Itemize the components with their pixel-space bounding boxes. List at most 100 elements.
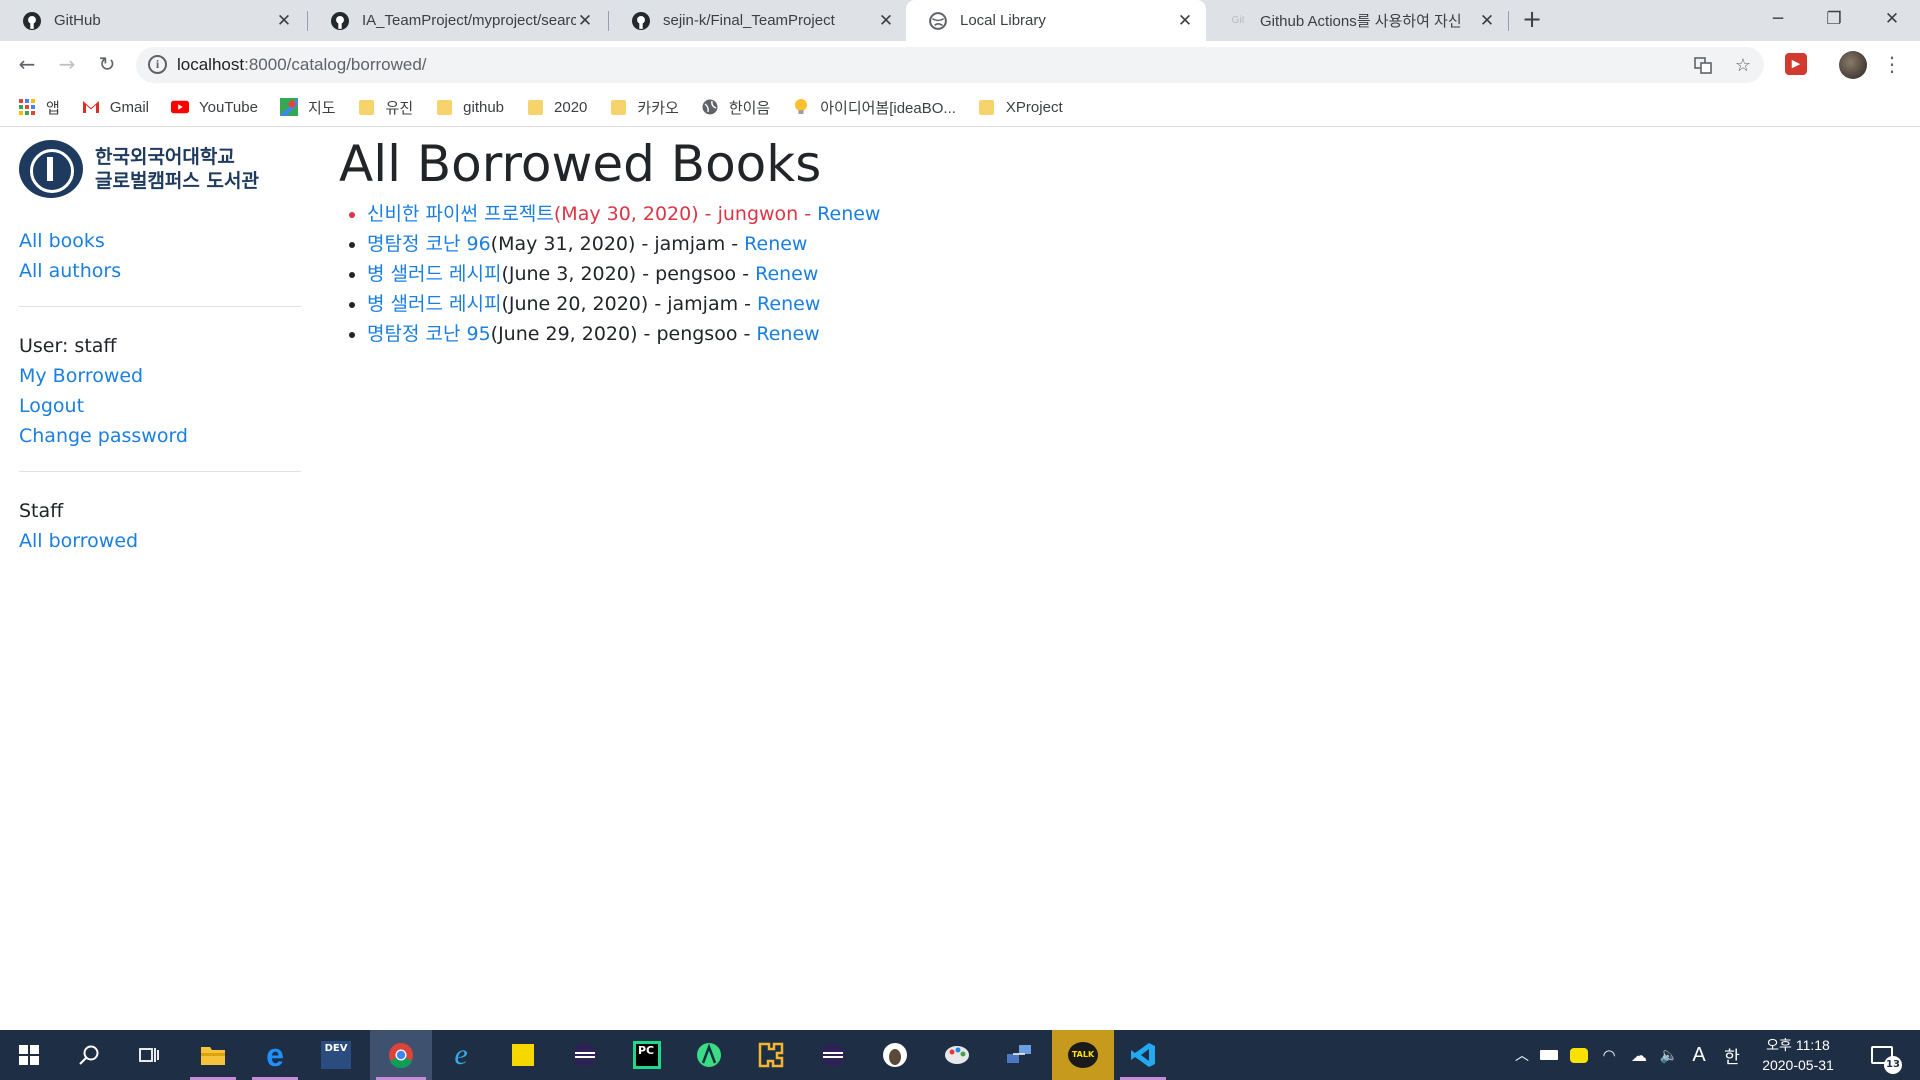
bookmark-haneum[interactable]: 한이음: [701, 97, 770, 118]
tab-final-teamproject[interactable]: sejin-k/Final_TeamProject ✕: [609, 0, 907, 41]
address-bar[interactable]: i localhost:8000/catalog/borrowed/ ☆: [136, 47, 1764, 83]
eclipse-ide-icon[interactable]: [804, 1030, 862, 1080]
renew-link[interactable]: Renew: [755, 263, 818, 285]
bookmark-folder-xproject[interactable]: XProject: [978, 98, 1063, 116]
chrome-icon[interactable]: [370, 1030, 432, 1080]
book-title-link[interactable]: 병 샐러드 레시피: [367, 293, 501, 315]
user-label: User: staff: [19, 335, 117, 357]
bookmark-folder-yujin[interactable]: 유진: [358, 97, 413, 118]
search-icon[interactable]: [60, 1030, 118, 1080]
back-button[interactable]: ←: [12, 50, 42, 80]
maximize-button[interactable]: ❐: [1806, 0, 1862, 41]
new-tab-button[interactable]: +: [1518, 6, 1546, 34]
bookmark-youtube[interactable]: YouTube: [170, 98, 258, 116]
paint-icon[interactable]: [928, 1030, 986, 1080]
menu-icon[interactable]: ⋮: [1882, 51, 1902, 79]
eclipse-icon[interactable]: [556, 1030, 614, 1080]
ime-mode-indicator[interactable]: A: [1684, 1044, 1714, 1067]
close-window-button[interactable]: ✕: [1864, 0, 1920, 41]
reload-button[interactable]: ↻: [92, 50, 122, 80]
bookmark-folder-2020[interactable]: 2020: [526, 98, 587, 116]
close-icon[interactable]: ✕: [1176, 11, 1194, 31]
info-icon[interactable]: i: [148, 55, 167, 74]
bookmark-maps[interactable]: 지도: [279, 97, 336, 118]
chevron-up-icon[interactable]: ︿: [1510, 1045, 1534, 1065]
sidebar: 한국외국어대학교 글로벌캠퍼스 도서관 All books All author…: [19, 140, 301, 556]
tab-local-library[interactable]: Local Library ✕: [906, 0, 1206, 41]
task-view-icon[interactable]: [120, 1030, 178, 1080]
volume-icon[interactable]: 🔈: [1654, 1046, 1684, 1064]
tab-github[interactable]: GitHub ✕: [0, 0, 305, 41]
borrowed-book-item: 병 샐러드 레시피(June 3, 2020) - pengsoo - Rene…: [367, 259, 880, 289]
avatar[interactable]: [1839, 51, 1867, 79]
library-logo[interactable]: 한국외국어대학교 글로벌캠퍼스 도서관: [19, 140, 301, 198]
tab-title: IA_TeamProject/myproject/searc: [362, 12, 576, 29]
site-icon: Git: [1231, 15, 1245, 26]
book-title-link[interactable]: 병 샐러드 레시피: [367, 263, 501, 285]
bookmark-apps[interactable]: 앱: [18, 97, 60, 118]
kakaotalk-tray-icon[interactable]: [1564, 1047, 1594, 1063]
tab-title: sejin-k/Final_TeamProject: [663, 12, 835, 29]
borrowed-book-item: 병 샐러드 레시피(June 20, 2020) - jamjam - Rene…: [367, 289, 880, 319]
windows-start-icon[interactable]: [0, 1030, 58, 1080]
all-authors-link[interactable]: All authors: [19, 256, 301, 286]
renew-link[interactable]: Renew: [817, 203, 880, 225]
edge-icon[interactable]: e: [246, 1030, 304, 1080]
renew-link[interactable]: Renew: [756, 323, 819, 345]
android-studio-icon[interactable]: [680, 1030, 738, 1080]
tab-ia-teamproject[interactable]: IA_TeamProject/myproject/searc ✕: [308, 0, 606, 41]
all-books-link[interactable]: All books: [19, 226, 301, 256]
book-title-link[interactable]: 명탐정 코난 95: [367, 323, 491, 345]
bookmark-folder-kakao[interactable]: 카카오: [609, 97, 679, 118]
extension-icon[interactable]: ▶: [1785, 53, 1807, 75]
devenv-icon[interactable]: DEV: [307, 1030, 365, 1080]
my-borrowed-link[interactable]: My Borrowed: [19, 361, 301, 391]
pycharm-icon[interactable]: PC: [618, 1030, 676, 1080]
bookmark-gmail[interactable]: Gmail: [82, 98, 149, 116]
bookmark-star-icon[interactable]: ☆: [1732, 55, 1754, 77]
close-icon[interactable]: ✕: [1478, 11, 1496, 31]
network-tool-icon[interactable]: [990, 1030, 1048, 1080]
gimp-icon[interactable]: [866, 1030, 924, 1080]
all-borrowed-link[interactable]: All borrowed: [19, 526, 301, 556]
close-icon[interactable]: ✕: [576, 11, 594, 31]
minimize-button[interactable]: ─: [1750, 0, 1806, 41]
bookmark-ideabom[interactable]: 아이디어봄[ideaBO...: [792, 97, 956, 118]
close-icon[interactable]: ✕: [275, 11, 293, 31]
renew-link[interactable]: Renew: [744, 233, 807, 255]
translate-icon[interactable]: [1692, 55, 1714, 77]
wifi-icon[interactable]: ◠: [1594, 1046, 1624, 1064]
change-password-link[interactable]: Change password: [19, 421, 301, 451]
url-text[interactable]: localhost:8000/catalog/borrowed/: [177, 55, 427, 75]
internet-explorer-icon[interactable]: e: [432, 1030, 490, 1080]
tab-strip: GitHub ✕ IA_TeamProject/myproject/searc …: [0, 0, 1920, 41]
close-icon[interactable]: ✕: [877, 11, 895, 31]
book-title-link[interactable]: 신비한 파이썬 프로젝트: [367, 203, 554, 225]
file-explorer-icon[interactable]: [184, 1030, 242, 1080]
main-content: All Borrowed Books 신비한 파이썬 프로젝트(May 30, …: [339, 128, 880, 349]
kakaotalk-icon[interactable]: TALK: [1052, 1030, 1114, 1080]
divider: [19, 306, 301, 307]
tab-github-actions[interactable]: Git Github Actions를 사용하여 자신 ✕: [1206, 0, 1508, 41]
staff-label: Staff: [19, 500, 64, 522]
user-nav: User: staff My Borrowed Logout Change pa…: [19, 331, 301, 451]
book-title-link[interactable]: 명탐정 코난 96: [367, 233, 491, 255]
system-tray: ︿ ◠ ☁ 🔈 A 한: [1510, 1030, 1750, 1080]
clock[interactable]: 오후 11:18 2020-05-31: [1758, 1035, 1838, 1075]
vscode-icon[interactable]: [1114, 1030, 1172, 1080]
folder-icon: [526, 98, 544, 116]
forward-button[interactable]: →: [52, 50, 82, 80]
due-borrower-text: (June 3, 2020) - pengsoo -: [501, 263, 756, 285]
renew-link[interactable]: Renew: [757, 293, 820, 315]
sticky-notes-icon[interactable]: [494, 1030, 552, 1080]
logout-link[interactable]: Logout: [19, 391, 301, 421]
bookmark-folder-github[interactable]: github: [435, 98, 504, 116]
ime-hangul-indicator[interactable]: 한: [1714, 1043, 1750, 1068]
battery-icon[interactable]: [1534, 1050, 1564, 1060]
borrowed-book-item: 명탐정 코난 96(May 31, 2020) - jamjam - Renew: [367, 229, 880, 259]
puzzle-app-icon[interactable]: [742, 1030, 800, 1080]
notification-center-icon[interactable]: 13: [1852, 1030, 1912, 1080]
tab-title: GitHub: [54, 12, 101, 29]
onedrive-icon[interactable]: ☁: [1624, 1046, 1654, 1065]
folder-icon: [609, 98, 627, 116]
